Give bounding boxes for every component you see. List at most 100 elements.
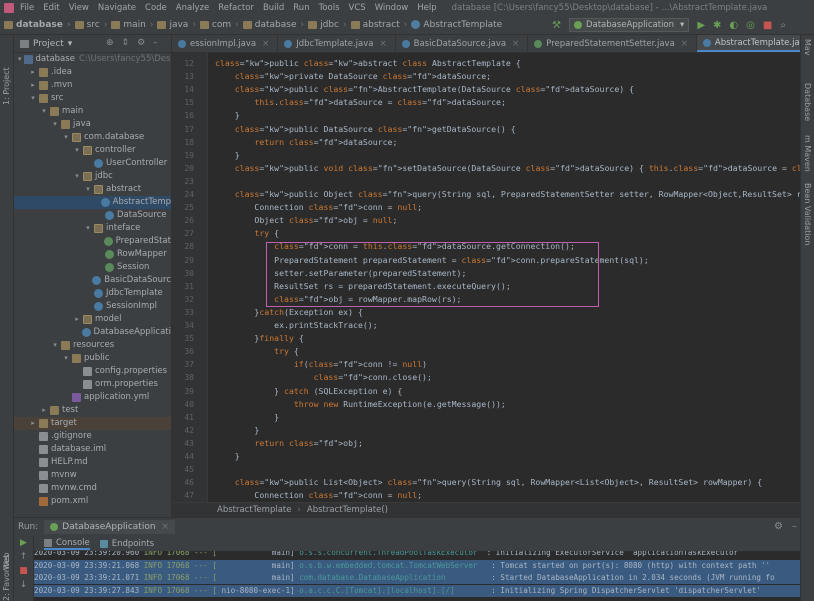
crumb-java[interactable]: java › bbox=[157, 20, 199, 30]
tree-item[interactable]: ▾ jdbc bbox=[14, 170, 171, 183]
tab-preparedstatementsetter[interactable]: PreparedStatementSetter.java × bbox=[528, 35, 697, 52]
collapse-icon[interactable]: ⇕ bbox=[122, 38, 130, 48]
tree-item[interactable]: mvnw bbox=[14, 469, 171, 482]
chevron-down-icon[interactable]: ▾ bbox=[40, 105, 48, 118]
code-line[interactable]: class="kw">public List<Object> class="fn… bbox=[215, 476, 762, 489]
chevron-right-icon[interactable]: ▸ bbox=[73, 313, 81, 326]
run-icon[interactable]: ▶ bbox=[697, 20, 705, 31]
tree-item[interactable]: ▾ inteface bbox=[14, 222, 171, 235]
menu-analyze[interactable]: Analyze bbox=[176, 3, 210, 13]
tree-item[interactable]: ▸ test bbox=[14, 404, 171, 417]
endpoints-tab[interactable]: Endpoints bbox=[99, 539, 154, 549]
menu-tools[interactable]: Tools bbox=[319, 3, 340, 13]
chevron-down-icon[interactable]: ▾ bbox=[73, 170, 81, 183]
tree-item[interactable]: ▾ public bbox=[14, 352, 171, 365]
code-line[interactable]: try { bbox=[215, 345, 299, 358]
maven-tool-button[interactable]: Mav bbox=[803, 39, 812, 56]
chevron-down-icon[interactable]: ▾ bbox=[51, 339, 59, 352]
crumb-src[interactable]: src › bbox=[74, 20, 112, 30]
tab-abstracttemplate[interactable]: AbstractTemplate.java× bbox=[696, 35, 800, 52]
crumb-database[interactable]: database › bbox=[242, 20, 308, 30]
tree-item[interactable]: BasicDataSourc bbox=[14, 274, 171, 287]
code-line[interactable]: } bbox=[215, 109, 240, 122]
menu-view[interactable]: View bbox=[69, 3, 89, 13]
code-line[interactable]: throw new RuntimeException(e.getMessage(… bbox=[215, 398, 506, 411]
crumb-jdbc[interactable]: jdbc › bbox=[308, 20, 350, 30]
gear-icon[interactable]: ⚙ bbox=[774, 521, 783, 532]
menu-code[interactable]: Code bbox=[145, 3, 167, 13]
down-icon[interactable]: ↓ bbox=[14, 578, 33, 592]
menu-file[interactable]: File bbox=[20, 3, 34, 13]
code-line[interactable]: this.class="fd">dataSource = class="fd">… bbox=[215, 96, 505, 109]
tree-item[interactable]: ▾ java bbox=[14, 118, 171, 131]
code-line[interactable]: class="kw">public void class="fn">setDat… bbox=[215, 162, 800, 175]
code-line[interactable]: class="kw">private DataSource class="fd"… bbox=[215, 70, 491, 83]
tree-item[interactable]: ▸ .idea bbox=[14, 66, 171, 79]
crumb-class[interactable]: AbstractTemplate bbox=[217, 505, 291, 515]
tree-item[interactable]: ▾ resources bbox=[14, 339, 171, 352]
code-line[interactable]: } bbox=[215, 149, 240, 162]
chevron-down-icon[interactable]: ▾ bbox=[73, 144, 81, 157]
code-line[interactable]: Object class="fd">obj = null; bbox=[215, 214, 397, 227]
menu-refactor[interactable]: Refactor bbox=[218, 3, 254, 13]
menu-window[interactable]: Window bbox=[375, 3, 409, 13]
tree-item[interactable]: RowMapper bbox=[14, 248, 171, 261]
tree-item[interactable]: DataSource bbox=[14, 209, 171, 222]
console-log-line[interactable]: 2020-03-09 23:39:21.071 INFO 17068 --- [… bbox=[34, 572, 800, 584]
menu-help[interactable]: Help bbox=[417, 3, 436, 13]
menu-edit[interactable]: Edit bbox=[43, 3, 59, 13]
database-tool-button[interactable]: Database bbox=[803, 83, 812, 121]
code-line[interactable]: ex.printStackTrace(); bbox=[215, 319, 378, 332]
coverage-icon[interactable]: ◐ bbox=[729, 20, 738, 31]
code-editor[interactable]: 12 13 14 15 16 17 18 19 20 23 24 25 26 27 28 29 30 31 32 33… bbox=[172, 53, 800, 502]
code-line[interactable]: Connection class="fd">conn = null; bbox=[215, 489, 422, 502]
tree-item[interactable]: ▸ .mvn bbox=[14, 79, 171, 92]
chevron-down-icon[interactable]: ▾ bbox=[51, 118, 59, 131]
debug-icon[interactable]: ✱ bbox=[713, 20, 721, 31]
tree-item[interactable]: JdbcTemplate bbox=[14, 287, 171, 300]
code-line[interactable]: } bbox=[215, 411, 279, 424]
code-line[interactable]: } bbox=[215, 450, 240, 463]
code-line[interactable]: class="kw">public Object class="fn">quer… bbox=[215, 188, 800, 201]
code-line[interactable]: } catch (SQLException e) { bbox=[215, 385, 402, 398]
code-line[interactable]: class="kw">public class="fn">AbstractTem… bbox=[215, 83, 634, 96]
tree-item[interactable]: ▾ src bbox=[14, 92, 171, 105]
tab-jdbctemplate[interactable]: JdbcTemplate.java × bbox=[278, 35, 396, 52]
code-line[interactable]: }finally { bbox=[215, 332, 303, 345]
chevron-down-icon[interactable]: ▾ bbox=[29, 92, 37, 105]
chevron-down-icon[interactable]: ▾ bbox=[62, 352, 70, 365]
chevron-right-icon[interactable]: ▸ bbox=[29, 417, 37, 430]
code-line[interactable]: Connection class="fd">conn = null; bbox=[215, 201, 422, 214]
crumb-abstracttemplate[interactable]: AbstractTemplate bbox=[411, 20, 502, 30]
menu-vcs[interactable]: VCS bbox=[349, 3, 366, 13]
tree-item[interactable]: ▾ controller bbox=[14, 144, 171, 157]
chevron-down-icon[interactable]: ▾ bbox=[84, 183, 92, 196]
crumb-project[interactable]: database › bbox=[4, 20, 75, 30]
tree-item[interactable]: Session bbox=[14, 261, 171, 274]
tab-basicdatasource[interactable]: BasicDataSource.java × bbox=[396, 35, 529, 52]
tree-item[interactable]: ▸ model bbox=[14, 313, 171, 326]
code-line[interactable]: class="kw">public DataSource class="fn">… bbox=[215, 123, 516, 136]
stop-icon[interactable]: ■ bbox=[763, 20, 772, 31]
code-line[interactable]: return class="fd">dataSource; bbox=[215, 136, 397, 149]
code-line[interactable]: }catch(Exception ex) { bbox=[215, 306, 362, 319]
crumb-com[interactable]: com › bbox=[199, 20, 243, 30]
chevron-down-icon[interactable]: ▾ bbox=[84, 222, 92, 235]
tree-item[interactable]: application.yml bbox=[14, 391, 171, 404]
chevron-right-icon[interactable]: ▸ bbox=[40, 404, 48, 417]
console-log-line[interactable]: 2020-03-09 23:39:27.843 INFO 17068 --- [… bbox=[34, 584, 800, 597]
close-icon[interactable]: × bbox=[681, 39, 688, 49]
build-hammer-icon[interactable]: ⚒ bbox=[552, 20, 561, 31]
hide-icon[interactable]: – bbox=[153, 38, 158, 48]
close-icon[interactable]: × bbox=[512, 39, 519, 49]
locate-icon[interactable]: ⊕ bbox=[106, 38, 114, 48]
run-tab-databaseapplication[interactable]: DatabaseApplication × bbox=[44, 520, 176, 534]
code-line[interactable]: class="kw">public class="kw">abstract cl… bbox=[215, 57, 521, 70]
tree-item[interactable]: ▾ abstract bbox=[14, 183, 171, 196]
tree-item[interactable]: DatabaseApplicati bbox=[14, 326, 171, 339]
code-line[interactable]: return class="fd">obj; bbox=[215, 437, 362, 450]
run-configuration-select[interactable]: DatabaseApplication ▾ bbox=[568, 18, 690, 32]
project-view-select[interactable]: Project bbox=[33, 39, 64, 49]
chevron-right-icon[interactable]: ▸ bbox=[29, 79, 37, 92]
tree-item[interactable]: HELP.md bbox=[14, 456, 171, 469]
